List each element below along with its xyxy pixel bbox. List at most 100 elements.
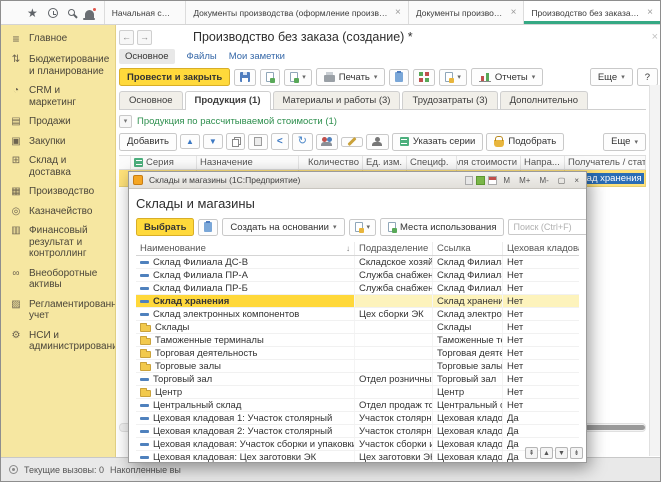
window-tab[interactable]: Документы производства (все) × xyxy=(408,1,524,24)
form-tab[interactable]: Материалы и работы (3) xyxy=(273,91,401,109)
column-header-purpose[interactable]: Назначение xyxy=(197,156,299,169)
move-down-button[interactable]: ▼ xyxy=(203,134,223,149)
save-button[interactable] xyxy=(234,69,256,86)
warehouse-link-cell[interactable]: Склад Филиала ДС-В xyxy=(432,256,502,268)
dialog-titlebar[interactable]: Склады и магазины (1С:Предприятие) М М+ … xyxy=(129,172,586,189)
form-nav-link[interactable]: Файлы xyxy=(187,51,217,62)
tab-close-icon[interactable]: × xyxy=(393,7,401,18)
warehouse-row[interactable]: Цеховая кладовая: Участок сборки и упако… xyxy=(136,438,579,451)
warehouse-row[interactable]: Склад Филиала ПР-Б Служба снабжения Скла… xyxy=(136,282,579,295)
sidebar-item[interactable]: НСИ и администрирование xyxy=(1,326,115,357)
warehouse-row[interactable]: Склад Филиала ДС-В Складское хозяйство С… xyxy=(136,256,579,269)
add-row-button[interactable]: Добавить xyxy=(119,133,177,151)
warehouse-storeroom-cell[interactable]: Да xyxy=(502,425,579,437)
warehouse-link-cell[interactable]: Цеховая кладовая ... xyxy=(432,438,502,450)
warehouse-link-cell[interactable]: Таможенные терми... xyxy=(432,334,502,346)
warehouse-name-cell[interactable]: Таможенные терминалы xyxy=(136,334,354,346)
sidebar-item[interactable]: Производство xyxy=(1,182,115,202)
column-header-link[interactable]: Ссылка xyxy=(432,242,502,255)
warehouse-storeroom-cell[interactable]: Нет xyxy=(502,321,579,333)
scale-normal-button[interactable]: М xyxy=(500,174,513,187)
scale-plus-button[interactable]: М+ xyxy=(516,174,533,187)
sidebar-item[interactable]: Бюджетирование и планирование xyxy=(1,50,115,81)
warehouse-row[interactable]: Склад электронных компонентов Цех сборки… xyxy=(136,308,579,321)
column-header-spec[interactable]: Специф. xyxy=(407,156,457,169)
warehouse-row[interactable]: Торговый зал Отдел розничных п... Торгов… xyxy=(136,373,579,386)
post-and-close-button[interactable]: Провести и закрыть xyxy=(119,68,230,86)
warehouse-name-cell[interactable]: Торговая деятельность xyxy=(136,347,354,359)
warehouse-row[interactable]: Цеховая кладовая 1: Участок столярный Уч… xyxy=(136,412,579,425)
warehouse-storeroom-cell[interactable]: Нет xyxy=(502,269,579,281)
warehouse-link-cell[interactable]: Центр xyxy=(432,386,502,398)
print-button[interactable]: Печать▾ xyxy=(316,68,386,86)
warehouse-storeroom-cell[interactable]: Нет xyxy=(502,399,579,411)
form-tab[interactable]: Продукция (1) xyxy=(185,91,271,110)
warehouse-storeroom-cell[interactable]: Нет xyxy=(502,347,579,359)
warehouse-name-cell[interactable]: Склады xyxy=(136,321,354,333)
warehouse-name-cell[interactable]: Центр xyxy=(136,386,354,398)
warehouse-department-cell[interactable]: Цех заготовки ЭК xyxy=(354,451,432,463)
clipboard-button[interactable] xyxy=(389,69,409,86)
warehouse-name-cell[interactable]: Цеховая кладовая 1: Участок столярный xyxy=(136,412,354,424)
column-header-cost-share[interactable]: Доля стоимости xyxy=(457,156,521,169)
warehouse-department-cell[interactable] xyxy=(354,360,432,372)
sidebar-item[interactable]: Склад и доставка xyxy=(1,151,115,182)
warehouse-storeroom-cell[interactable]: Нет xyxy=(502,295,579,307)
sidebar-item[interactable]: Закупки xyxy=(1,132,115,152)
sidebar-item[interactable]: Регламентированный учет xyxy=(1,295,115,326)
person-button[interactable] xyxy=(366,134,389,150)
warehouse-department-cell[interactable]: Участок столярный xyxy=(354,425,432,437)
column-header-quantity[interactable]: Количество xyxy=(299,156,363,169)
tab-close-icon[interactable]: × xyxy=(509,7,517,18)
delete-row-button[interactable] xyxy=(248,134,268,150)
sidebar-item[interactable]: Финансовый результат и контроллинг xyxy=(1,221,115,264)
forward-button[interactable]: → xyxy=(137,30,152,45)
form-tab[interactable]: Основное xyxy=(119,91,183,109)
warehouse-department-cell[interactable] xyxy=(354,295,432,307)
warehouse-department-cell[interactable]: Служба снабжения xyxy=(354,282,432,294)
warehouse-department-cell[interactable]: Участок столярный xyxy=(354,412,432,424)
calendar-icon[interactable] xyxy=(488,176,497,185)
column-header-department[interactable]: Подразделение xyxy=(354,242,432,255)
warehouse-department-cell[interactable]: Участок сборки и у... xyxy=(354,438,432,450)
favorites-star-icon[interactable]: ★ xyxy=(27,7,38,19)
search-icon[interactable] xyxy=(68,9,75,16)
warehouse-row[interactable]: Склады Склады Нет xyxy=(136,321,579,334)
warehouse-row[interactable]: Центр Центр Нет xyxy=(136,386,579,399)
warehouse-storeroom-cell[interactable]: Да xyxy=(502,412,579,424)
back-button[interactable]: ← xyxy=(119,30,134,45)
warehouse-link-cell[interactable]: Торговые залы xyxy=(432,360,502,372)
warehouse-storeroom-cell[interactable]: Нет xyxy=(502,308,579,320)
warehouse-row[interactable]: Цеховая кладовая: Цех заготовки ЭК Цех з… xyxy=(136,451,579,463)
create-based-on-button[interactable]: ▾ xyxy=(284,69,312,86)
scroll-bottom-icon[interactable]: ⇟ xyxy=(570,447,583,459)
help-button[interactable]: ? xyxy=(637,68,658,86)
warehouse-storeroom-cell[interactable]: Нет xyxy=(502,282,579,294)
warehouse-storeroom-cell[interactable]: Нет xyxy=(502,373,579,385)
warehouse-department-cell[interactable] xyxy=(354,334,432,346)
form-tab[interactable]: Дополнительно xyxy=(500,91,588,109)
sidebar-item[interactable]: Внеоборотные активы xyxy=(1,264,115,295)
warehouse-link-cell[interactable]: Цеховая кладовая ... xyxy=(432,425,502,437)
sidebar-item[interactable]: CRM и маркетинг xyxy=(1,81,115,112)
create-based-on-button[interactable]: Создать на основании▾ xyxy=(222,218,344,236)
list-button[interactable] xyxy=(198,219,218,236)
window-tab[interactable]: Производство без заказа (создание) * × xyxy=(523,1,660,24)
warehouse-row[interactable]: Торговые залы Торговые залы Нет xyxy=(136,360,579,373)
warehouse-name-cell[interactable]: Цеховая кладовая: Участок сборки и упако… xyxy=(136,438,354,450)
warehouse-link-cell[interactable]: Склады xyxy=(432,321,502,333)
warehouse-department-cell[interactable] xyxy=(354,347,432,359)
warehouse-name-cell[interactable]: Склад электронных компонентов xyxy=(136,308,354,320)
share-button[interactable]: < xyxy=(271,133,289,150)
search-input[interactable] xyxy=(508,219,587,235)
warehouse-link-cell[interactable]: Центральный склад xyxy=(432,399,502,411)
warehouse-name-cell[interactable]: Торговый зал xyxy=(136,373,354,385)
table-more-button[interactable]: Еще▾ xyxy=(603,133,646,151)
collapse-section-button[interactable]: ▾ xyxy=(119,115,132,128)
warehouse-storeroom-cell[interactable]: Нет xyxy=(502,360,579,372)
specify-series-button[interactable]: Указать серии xyxy=(392,133,483,151)
warehouse-row[interactable]: Склад Филиала ПР-А Служба снабжения Скла… xyxy=(136,269,579,282)
warehouse-department-cell[interactable] xyxy=(354,321,432,333)
warehouse-link-cell[interactable]: Склад Филиала ПР-А xyxy=(432,269,502,281)
warehouse-storeroom-cell[interactable]: Нет xyxy=(502,386,579,398)
